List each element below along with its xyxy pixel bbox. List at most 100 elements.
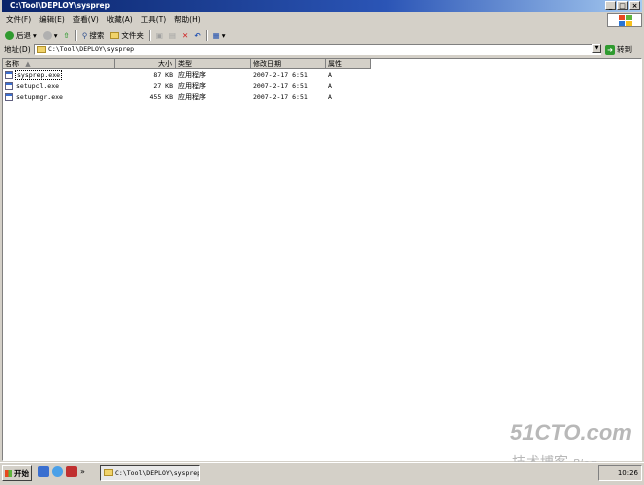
address-bar: 地址(D) C:\Tool\DEPLOY\sysprep ▼ ➜ 转到	[2, 43, 642, 56]
search-button[interactable]: ⚲ 搜索	[79, 28, 108, 42]
file-attributes: A	[328, 93, 332, 101]
taskbar-window-button[interactable]: C:\Tool\DEPLOY\sysprep	[100, 465, 200, 481]
search-icon: ⚲	[81, 30, 88, 40]
column-attributes[interactable]: 属性	[326, 59, 371, 69]
search-label: 搜索	[89, 30, 105, 40]
windows-logo-icon	[607, 13, 642, 27]
file-name: setupmgr.exe	[16, 93, 63, 101]
folders-button[interactable]: 文件夹	[107, 28, 147, 42]
clock[interactable]: 10:26	[618, 469, 638, 477]
windows-flag-icon	[5, 469, 12, 477]
go-label: 转到	[617, 45, 632, 54]
quick-launch: »	[38, 466, 85, 477]
move-to-icon: ▣	[155, 30, 163, 40]
column-type[interactable]: 类型	[176, 59, 251, 69]
menu-help[interactable]: 帮助(H)	[170, 13, 205, 26]
column-size[interactable]: 大小	[115, 59, 176, 69]
file-name: setupcl.exe	[16, 82, 60, 90]
window-title: C:\Tool\DEPLOY\sysprep	[10, 1, 110, 10]
internet-explorer-icon[interactable]	[52, 466, 63, 477]
column-name-label: 名称	[5, 60, 19, 68]
application-icon	[5, 71, 13, 79]
start-button[interactable]: 开始	[2, 465, 32, 481]
menu-edit[interactable]: 编辑(E)	[35, 13, 69, 26]
toolbar-separator	[148, 29, 151, 41]
back-button[interactable]: 后退 ▾	[2, 28, 40, 42]
folder-icon	[110, 31, 120, 39]
column-header-row: 名称 ▲ 大小 类型 修改日期 属性	[3, 59, 641, 69]
menu-favorites[interactable]: 收藏(A)	[103, 13, 137, 26]
minimize-button[interactable]: _	[605, 1, 616, 10]
menu-view[interactable]: 查看(V)	[69, 13, 103, 26]
file-attributes: A	[328, 71, 332, 79]
menu-file[interactable]: 文件(F)	[2, 13, 35, 26]
go-arrow-icon: ➜	[605, 44, 615, 55]
watermark: 51CTO.com 技术博客 Blog	[510, 420, 632, 471]
menu-tools[interactable]: 工具(T)	[137, 13, 170, 26]
file-name: sysprep.exe	[15, 70, 63, 80]
desktop-icon[interactable]	[38, 466, 49, 477]
application-icon	[5, 82, 13, 90]
title-bar[interactable]: C:\Tool\DEPLOY\sysprep _ □ ×	[2, 0, 642, 12]
go-button[interactable]: ➜ 转到	[605, 43, 632, 56]
file-list[interactable]: 名称 ▲ 大小 类型 修改日期 属性 sysprep.exe 87 KB 应用程…	[2, 58, 642, 461]
column-modified[interactable]: 修改日期	[251, 59, 326, 69]
forward-button[interactable]: ▾	[40, 28, 61, 42]
toolbar-separator	[205, 29, 208, 41]
folders-label: 文件夹	[121, 30, 144, 40]
menu-bar: 文件(F) 编辑(E) 查看(V) 收藏(A) 工具(T) 帮助(H)	[2, 13, 602, 26]
file-modified: 2007-2-17 6:51	[253, 82, 308, 90]
more-chevron-icon[interactable]: »	[80, 467, 85, 476]
close-button[interactable]: ×	[629, 1, 640, 10]
views-button[interactable]: ▦ ▾	[210, 28, 229, 42]
chevron-down-icon: ▾	[53, 30, 58, 40]
file-modified: 2007-2-17 6:51	[253, 93, 308, 101]
file-size: 455 KB	[149, 93, 173, 101]
file-row[interactable]: setupcl.exe 27 KB 应用程序 2007-2-17 6:51 A	[3, 81, 641, 91]
undo-icon: ↶	[194, 30, 201, 40]
toolbar: 后退 ▾ ▾ ⇧ ⚲ 搜索 文件夹 ▣ ▤ ✕ ↶ ▦ ▾	[2, 28, 642, 42]
taskbar-window-label: C:\Tool\DEPLOY\sysprep	[115, 469, 200, 477]
start-label: 开始	[14, 468, 29, 478]
forward-arrow-icon	[42, 30, 52, 40]
address-dropdown-button[interactable]: ▼	[592, 44, 601, 53]
explorer-window: C:\Tool\DEPLOY\sysprep _ □ × 文件(F) 编辑(E)…	[0, 0, 644, 485]
app-icon[interactable]	[66, 466, 77, 477]
address-label: 地址(D)	[4, 45, 31, 54]
column-name[interactable]: 名称 ▲	[3, 59, 115, 69]
file-size: 27 KB	[153, 82, 173, 90]
delete-icon: ✕	[182, 30, 189, 40]
folder-icon	[104, 469, 113, 476]
views-icon: ▦	[212, 30, 220, 40]
watermark-site: 51CTO.com	[510, 420, 632, 445]
file-row[interactable]: setupmgr.exe 455 KB 应用程序 2007-2-17 6:51 …	[3, 92, 641, 102]
copy-to-icon: ▤	[168, 30, 177, 40]
file-type: 应用程序	[178, 71, 206, 79]
application-icon	[5, 93, 13, 101]
maximize-button[interactable]: □	[617, 1, 628, 10]
file-type: 应用程序	[178, 93, 206, 101]
delete-button[interactable]: ✕	[179, 28, 191, 42]
chevron-down-icon: ▾	[33, 30, 37, 40]
chevron-down-icon: ▾	[221, 30, 226, 40]
folder-icon	[37, 46, 46, 53]
sort-ascending-icon: ▲	[25, 60, 31, 68]
copy-to-button[interactable]: ▤	[166, 28, 179, 42]
back-label: 后退	[16, 30, 31, 40]
file-row[interactable]: sysprep.exe 87 KB 应用程序 2007-2-17 6:51 A	[3, 70, 641, 80]
chevron-down-icon: ▼	[594, 45, 599, 51]
file-modified: 2007-2-17 6:51	[253, 71, 308, 79]
move-to-button[interactable]: ▣	[153, 28, 166, 42]
up-arrow-icon: ⇧	[63, 30, 70, 40]
file-attributes: A	[328, 82, 332, 90]
file-size: 87 KB	[153, 71, 173, 79]
address-input[interactable]: C:\Tool\DEPLOY\sysprep	[34, 44, 601, 55]
file-type: 应用程序	[178, 82, 206, 90]
toolbar-separator	[74, 29, 77, 41]
back-arrow-icon	[5, 30, 14, 40]
taskbar: 开始 » C:\Tool\DEPLOY\sysprep 10:26	[0, 462, 644, 485]
up-folder-button[interactable]: ⇧	[61, 28, 73, 42]
system-tray: 10:26	[598, 465, 642, 481]
undo-button[interactable]: ↶	[191, 28, 203, 42]
address-value: C:\Tool\DEPLOY\sysprep	[48, 45, 135, 53]
